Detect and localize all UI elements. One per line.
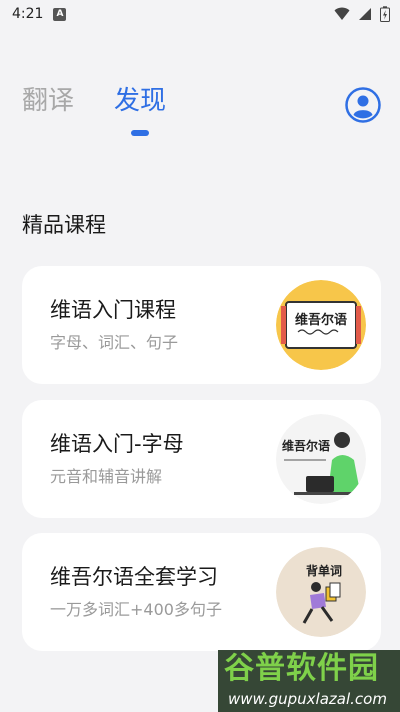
course-card[interactable]: 维语入门课程 字母、词汇、句子 维吾尔语 — [22, 266, 381, 384]
watermark-title: 谷普软件园 — [224, 651, 379, 686]
course-card[interactable]: 维吾尔语全套学习 一万多词汇+400多句子 背单词 — [22, 533, 381, 651]
tab-discover-label: 发现 — [114, 86, 167, 116]
watermark-url: www.gupuxlazal.com — [228, 690, 387, 708]
section-title: 精品课程 — [22, 213, 106, 237]
course-title: 维吾尔语全套学习 — [50, 565, 218, 589]
course-subtitle: 字母、词汇、句子 — [50, 333, 179, 352]
status-time: 4:21 — [12, 6, 44, 22]
tab-translate[interactable]: 翻译 — [22, 84, 74, 118]
course-subtitle: 元音和辅音讲解 — [50, 467, 163, 486]
course-title: 维语入门-字母 — [50, 432, 184, 456]
status-bar: 4:21 A — [0, 0, 400, 28]
signal-icon — [359, 8, 371, 20]
tab-discover[interactable]: 发现 — [114, 84, 167, 136]
thumbnail-text: 背单词 — [306, 563, 342, 578]
course-thumbnail: 背单词 — [276, 547, 366, 637]
battery-icon — [380, 6, 390, 22]
thumbnail-text: 维吾尔语 — [295, 312, 347, 328]
notification-icon: A — [53, 7, 67, 21]
watermark-overlay: 谷普软件园 www.gupuxlazal.com — [218, 650, 400, 712]
profile-button[interactable] — [345, 87, 381, 123]
course-card[interactable]: 维语入门-字母 元音和辅音讲解 维吾尔语 — [22, 400, 381, 518]
thumbnail-text: 维吾尔语 — [282, 438, 330, 453]
wifi-icon — [334, 7, 350, 20]
course-thumbnail: 维吾尔语 — [276, 280, 366, 370]
active-tab-indicator — [131, 130, 150, 136]
course-thumbnail: 维吾尔语 — [276, 414, 366, 504]
user-icon — [345, 87, 381, 123]
course-subtitle: 一万多词汇+400多句子 — [50, 600, 222, 619]
tab-translate-label: 翻译 — [22, 86, 75, 116]
top-tab-bar: 翻译 发现 — [22, 84, 167, 136]
course-title: 维语入门课程 — [50, 298, 176, 322]
